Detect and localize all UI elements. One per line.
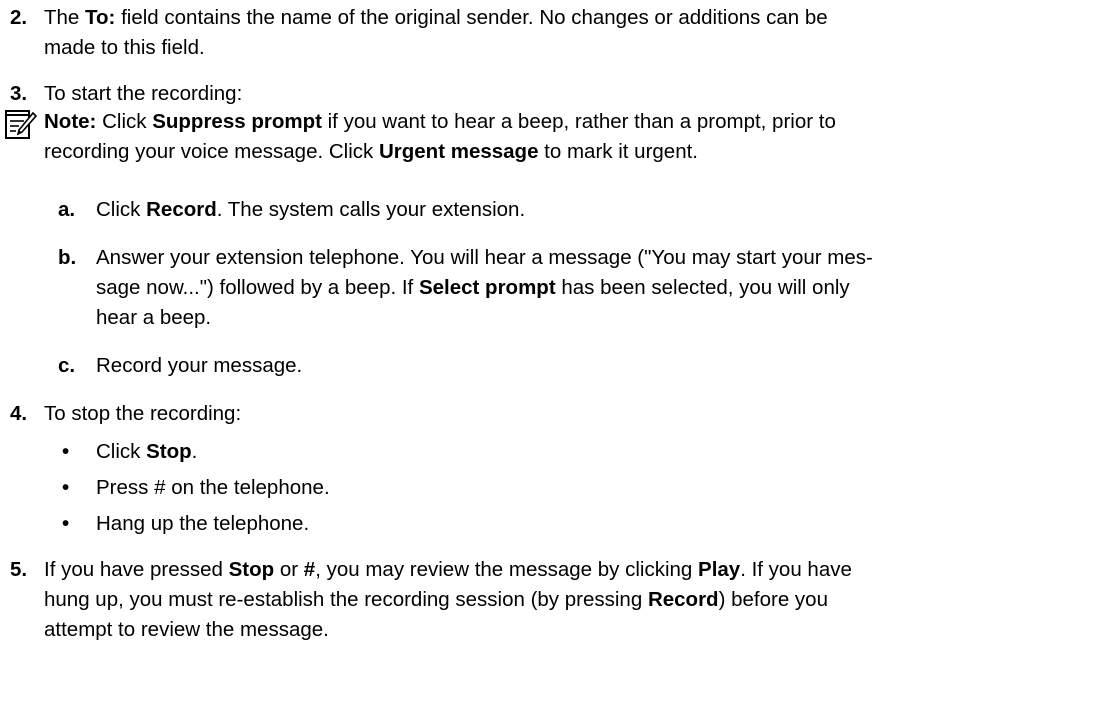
step-3-text: To start the recording: [44,82,243,105]
substep-a-label: a. [58,198,76,221]
step-5-line-1: If you have pressed Stop or #, you may r… [44,558,852,581]
step-4-number: 4. [10,402,28,425]
note-pencil-icon [5,110,38,139]
note-line-1: Note: Click Suppress prompt if you want … [44,110,836,133]
step-5-number: 5. [10,558,28,581]
step-5-line-2: hung up, you must re-establish the recor… [44,588,828,611]
bullet-2-marker: • [62,476,70,499]
bullet-1-text: Click Stop. [96,440,198,463]
step-2-line-1: The To: field contains the name of the o… [44,6,828,29]
bullet-3-marker: • [62,512,70,535]
step-4-text: To stop the recording: [44,402,242,425]
bullet-3-text: Hang up the telephone. [96,512,310,535]
substep-b-label: b. [58,246,77,269]
substep-b-line-1: Answer your extension telephone. You wil… [96,246,873,269]
substep-c-label: c. [58,354,76,377]
bullet-2-text: Press # on the telephone. [96,476,330,499]
substep-b-line-2: sage now...") followed by a beep. If Sel… [96,276,850,299]
step-3-number: 3. [10,82,28,105]
substep-c-text: Record your message. [96,354,303,377]
note-line-2: recording your voice message. Click Urge… [44,140,698,163]
step-2-number: 2. [10,6,28,29]
substep-a-text: Click Record. The system calls your exte… [96,198,526,221]
step-2-line-2: made to this field. [44,36,205,59]
substep-b-line-3: hear a beep. [96,306,212,329]
step-5-line-3: attempt to review the message. [44,618,329,641]
bullet-1-marker: • [62,440,70,463]
